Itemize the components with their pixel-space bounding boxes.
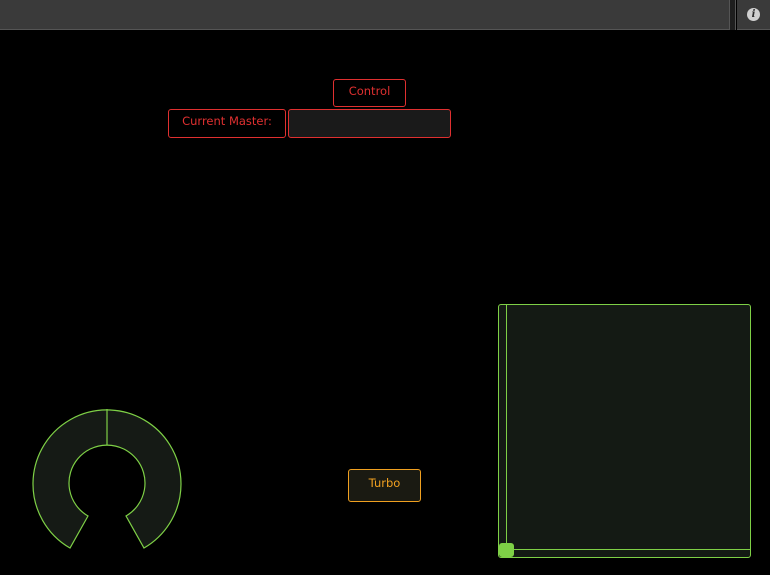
xy-pad-handle[interactable]: [499, 543, 514, 557]
info-button[interactable]: i: [737, 0, 770, 30]
control-button[interactable]: Control: [333, 79, 406, 107]
turbo-button[interactable]: Turbo: [348, 469, 421, 502]
app-window: i Control Current Master: Turbo: [0, 0, 770, 575]
knob-graphic: [32, 409, 182, 549]
info-icon: i: [747, 8, 760, 21]
current-master-field[interactable]: [288, 109, 451, 138]
top-toolbar: [0, 0, 729, 30]
toolbar-separator: [729, 0, 736, 30]
xy-pad[interactable]: [498, 304, 751, 558]
rotary-knob[interactable]: [30, 406, 184, 556]
xy-pad-vertical-crosshair: [506, 305, 507, 549]
current-master-label: Current Master:: [168, 109, 286, 138]
xy-pad-horizontal-crosshair: [499, 549, 750, 550]
